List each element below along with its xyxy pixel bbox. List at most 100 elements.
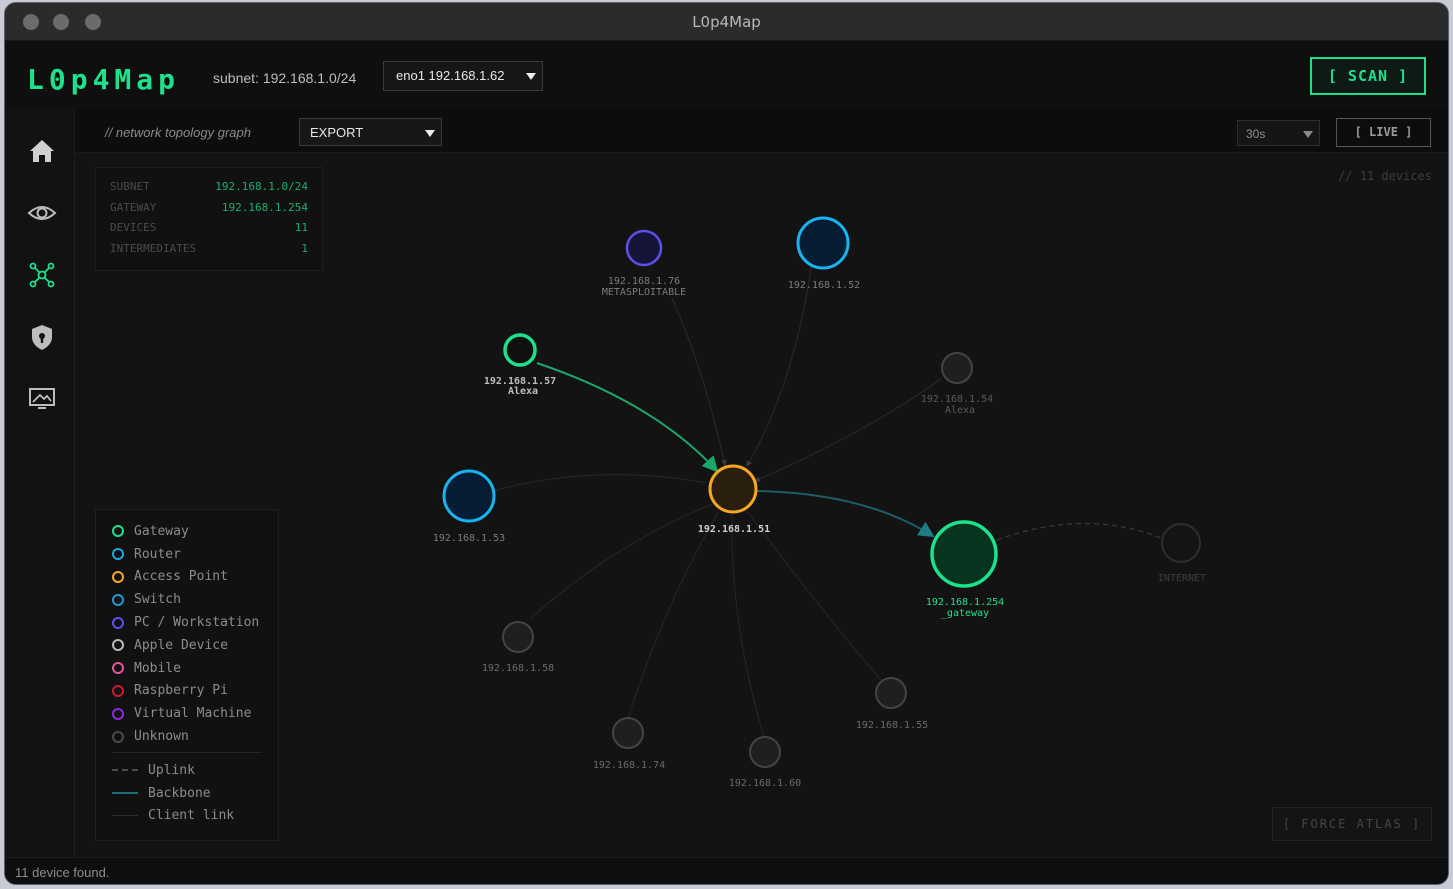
node-label: 192.168.1.58	[482, 663, 554, 674]
legend-label: Gateway	[134, 523, 189, 539]
topology-canvas[interactable]: 192.168.1.76 METASPLOITABLE 192.168.1.52…	[75, 153, 1448, 857]
legend-item: Virtual Machine	[112, 702, 262, 725]
vm-dot-icon	[112, 707, 124, 720]
info-key: SUBNET	[110, 180, 150, 193]
app-logo: L0p4Map	[27, 63, 181, 96]
router-dot-icon	[112, 548, 124, 561]
backbone-link	[536, 362, 719, 473]
node-192-168-1-58[interactable]	[502, 621, 534, 653]
node-192-168-1-55[interactable]	[875, 677, 907, 709]
node-sublabel: _gateway	[941, 608, 989, 619]
node-label: 192.168.1.54	[921, 394, 993, 405]
pc-dot-icon	[112, 616, 124, 629]
client-link	[746, 260, 813, 467]
legend-label: Backbone	[148, 785, 211, 801]
device-count: // 11 devices	[1338, 169, 1432, 183]
node-192-168-1-53[interactable]	[442, 469, 496, 523]
client-link	[731, 514, 765, 738]
node-192-168-1-60[interactable]	[749, 736, 781, 768]
uplink-link	[996, 522, 1162, 541]
sidebar-item-security[interactable]	[26, 321, 58, 353]
shield-icon	[32, 325, 52, 350]
status-text: 11 device found.	[15, 865, 110, 880]
node-label: 192.168.1.76	[608, 276, 680, 287]
legend: Gateway Router Access Point Switch PC / …	[95, 509, 279, 841]
solid-line-icon	[112, 792, 138, 795]
legend-item: Router	[112, 543, 262, 566]
legend-label: Raspberry Pi	[134, 683, 228, 699]
node-label: 192.168.1.74	[593, 760, 665, 771]
app-window: L0p4Map L0p4Map subnet: 192.168.1.0/24 e…	[4, 2, 1449, 885]
access-point-dot-icon	[112, 570, 124, 583]
legend-label: Access Point	[134, 569, 228, 585]
interface-select[interactable]: eno1 192.168.1.62	[383, 61, 543, 91]
info-key: INTERMEDIATES	[110, 241, 197, 255]
legend-item: Mobile	[112, 657, 262, 680]
info-value: 11	[294, 221, 308, 234]
legend-item: Access Point	[112, 566, 262, 589]
switch-dot-icon	[112, 593, 124, 606]
scan-button[interactable]: [ SCAN ]	[1310, 57, 1426, 95]
node-sublabel: Alexa	[945, 405, 975, 416]
graph-toolbar: // network topology graph EXPORT 30s [ L…	[75, 109, 1448, 153]
legend-item: Apple Device	[112, 634, 262, 657]
node-192-168-1-54[interactable]	[941, 352, 973, 384]
client-link	[754, 378, 942, 482]
info-key: DEVICES	[110, 221, 157, 234]
node-192-168-1-76[interactable]	[625, 229, 663, 267]
chevron-down-icon	[1303, 131, 1313, 138]
sidebar-item-display[interactable]	[26, 383, 58, 415]
info-value: 1	[301, 241, 308, 255]
client-link	[627, 512, 719, 719]
interval-value: 30s	[1246, 127, 1266, 141]
node-internet[interactable]	[1161, 523, 1201, 563]
info-row-devices: DEVICES 11	[110, 221, 308, 242]
topology-icon	[29, 262, 55, 288]
legend-label: Switch	[134, 592, 181, 608]
node-192-168-1-57[interactable]	[503, 333, 537, 367]
sidebar-item-monitor[interactable]	[26, 197, 58, 229]
client-link	[671, 297, 727, 466]
node-label: 192.168.1.60	[729, 778, 801, 789]
refresh-interval-select[interactable]: 30s	[1237, 120, 1320, 146]
chevron-down-icon	[526, 73, 536, 80]
export-select[interactable]: EXPORT	[299, 118, 442, 146]
legend-label: Virtual Machine	[134, 706, 252, 722]
node-192-168-1-52[interactable]	[796, 216, 850, 270]
sidebar-item-home[interactable]	[26, 135, 58, 167]
info-row-gateway: GATEWAY 192.168.1.254	[110, 201, 308, 222]
legend-label: Unknown	[134, 729, 189, 745]
node-label: 192.168.1.51	[698, 524, 770, 535]
sidebar-item-topology[interactable]	[26, 259, 58, 291]
node-192-168-1-74[interactable]	[612, 717, 644, 749]
node-sublabel: Alexa	[508, 386, 538, 397]
node-label: 192.168.1.53	[433, 533, 505, 544]
eye-icon	[27, 206, 57, 220]
node-192-168-1-51[interactable]	[708, 464, 758, 514]
raspberry-pi-dot-icon	[112, 684, 124, 697]
client-link	[746, 510, 882, 681]
info-key: GATEWAY	[110, 200, 157, 214]
legend-label: Client link	[148, 808, 235, 824]
backbone-link	[756, 490, 935, 538]
live-button[interactable]: [ LIVE ]	[1336, 118, 1431, 147]
legend-label: Router	[134, 546, 181, 562]
legend-label: Uplink	[148, 762, 195, 778]
unknown-dot-icon	[112, 730, 124, 743]
legend-label: Mobile	[134, 660, 181, 676]
info-value: 192.168.1.254	[221, 200, 308, 214]
node-192-168-1-254[interactable]	[930, 520, 998, 588]
dashed-line-icon	[112, 769, 138, 772]
apple-dot-icon	[112, 639, 124, 652]
app-header: L0p4Map subnet: 192.168.1.0/24 eno1 192.…	[5, 41, 1448, 109]
legend-item: PC / Workstation	[112, 611, 262, 634]
legend-item: Client link	[112, 805, 262, 828]
legend-item: Switch	[112, 588, 262, 611]
subnet-label: subnet: 192.168.1.0/24	[213, 70, 357, 86]
monitor-icon	[29, 388, 55, 409]
legend-item: Backbone	[112, 782, 262, 805]
force-atlas-button[interactable]: [ FORCE ATLAS ]	[1272, 807, 1432, 841]
thin-line-icon	[112, 815, 138, 817]
client-link	[530, 502, 716, 619]
window-title: L0p4Map	[692, 13, 761, 31]
